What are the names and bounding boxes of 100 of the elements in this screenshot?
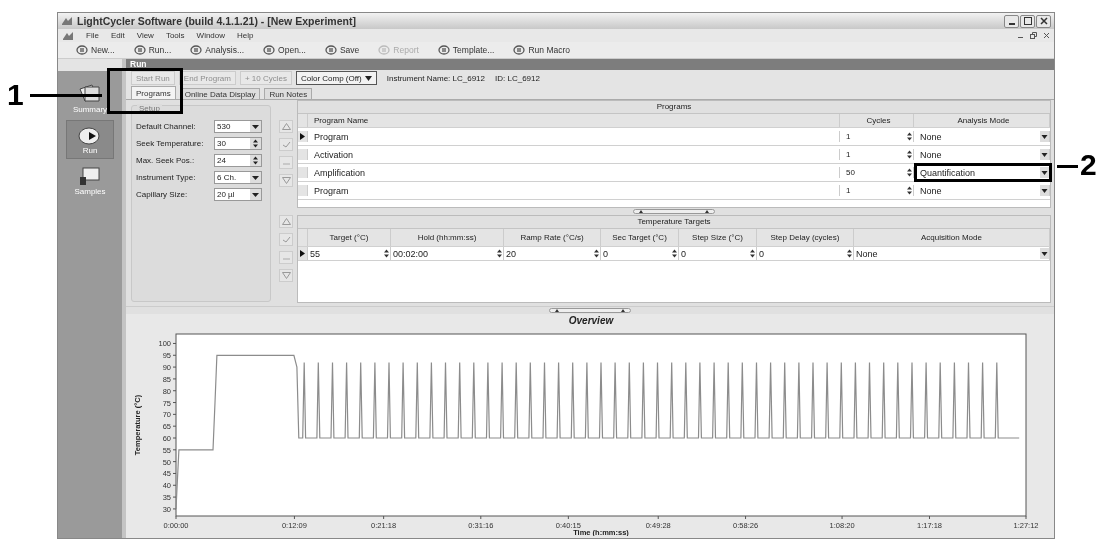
maximize-button[interactable] [1020, 14, 1035, 28]
column-header: Target (°C) [308, 229, 391, 247]
table-row[interactable]: 55 00:02:00 20 0 0 0 None [298, 247, 1050, 262]
dropdown-field[interactable]: None [918, 185, 1050, 197]
spinner-icon [671, 248, 678, 260]
toolbar-button[interactable]: Save [316, 45, 368, 55]
spinner-field[interactable]: 0 [601, 247, 679, 261]
spinner-field[interactable]: 1 [844, 131, 914, 143]
caret-icon [1040, 131, 1049, 143]
dropdown-field[interactable]: Quantification [918, 167, 1050, 179]
menu-item[interactable]: View [136, 31, 154, 40]
spinner-field[interactable]: 50 [844, 167, 914, 179]
caret-icon [250, 172, 261, 184]
toolbar-button[interactable]: Analysis... [182, 45, 253, 55]
spinner-icon [906, 185, 913, 197]
dropdown-field[interactable]: None [854, 247, 1050, 261]
row-header [298, 185, 308, 197]
tool-icon [324, 45, 337, 55]
spinner-icon [749, 248, 756, 260]
menu-item[interactable]: Help [237, 31, 254, 40]
move-up-button[interactable] [279, 215, 293, 229]
maximize-icon [1023, 17, 1032, 25]
dropdown-field[interactable]: None [918, 131, 1050, 143]
instrument-id: ID: LC_6912 [495, 73, 540, 83]
panel-title: Run [130, 59, 147, 69]
spinner-field[interactable]: 1 [844, 149, 914, 161]
table-row[interactable]: Program 1 None [298, 182, 1050, 201]
field-label: Default Channel: [136, 122, 197, 132]
tab[interactable]: Programs [131, 86, 176, 100]
restore-icon[interactable] [1030, 32, 1037, 39]
dropdown-field[interactable]: 20 µl [214, 188, 262, 202]
column-header: Program Name [312, 114, 840, 128]
move-down-button[interactable] [279, 269, 293, 283]
triangle-up-icon [281, 218, 291, 226]
tab[interactable]: Run Notes [264, 88, 313, 100]
toolbar-button[interactable]: Open... [255, 45, 314, 55]
dropdown-field[interactable]: 6 Ch. [214, 171, 262, 185]
spinner-field[interactable]: 20 [504, 247, 601, 261]
instrument-name: Instrument Name: LC_6912 [386, 73, 485, 83]
column-header: Sec Target (°C) [601, 229, 679, 247]
spinner-field[interactable]: 00:02:00 [391, 247, 504, 261]
table-title: Programs [298, 101, 1050, 115]
table-row[interactable]: Program 1 None [298, 128, 1050, 147]
splitter-handle[interactable] [633, 209, 715, 215]
dropdown-field[interactable]: None [918, 149, 1050, 161]
tick-icon [281, 141, 291, 149]
column-header: Ramp Rate (°C/s) [504, 229, 601, 247]
splitter-handle[interactable] [549, 308, 631, 314]
dropdown-field[interactable]: 530 [214, 120, 262, 134]
toolbar-button[interactable]: Run Macro [505, 45, 578, 55]
field-label: Capillary Size: [136, 190, 189, 200]
toolbar-button[interactable]: Run... [125, 45, 180, 55]
close-button[interactable] [1036, 14, 1051, 28]
table-cell: Program [312, 131, 840, 143]
move-down-button[interactable] [279, 174, 293, 188]
triangle-down-icon [281, 272, 291, 280]
table-row[interactable]: Amplification 50 Quantification [298, 164, 1050, 183]
field-label: Max. Seek Pos.: [136, 156, 196, 166]
table-cell: Amplification [312, 167, 840, 179]
leader-line [30, 94, 102, 97]
toolbar-button[interactable]: Template... [429, 45, 503, 55]
menu-item[interactable]: Window [196, 31, 226, 40]
tool-icon [133, 45, 146, 55]
menu-item[interactable]: File [86, 31, 99, 40]
spinner-field[interactable]: 0 [679, 247, 757, 261]
table-cell: Activation [312, 149, 840, 161]
caret-icon [250, 121, 261, 133]
table-row[interactable]: Activation 1 None [298, 146, 1050, 165]
tool-icon [76, 45, 88, 55]
close-icon[interactable] [1043, 32, 1050, 39]
caret-icon [1040, 149, 1049, 161]
color-comp-dropdown[interactable]: Color Comp (Off) [295, 71, 377, 86]
minimize-button[interactable] [1004, 14, 1019, 28]
spinner-field[interactable]: 24 [214, 154, 262, 168]
spinner-icon [383, 248, 390, 260]
spinner-field[interactable]: 55 [308, 247, 391, 261]
spinner-field[interactable]: 30 [214, 137, 262, 151]
column-header: Acquisition Mode [854, 229, 1050, 247]
column-header: Step Delay (cycles) [757, 229, 854, 247]
spinner-field[interactable]: 1 [844, 185, 914, 197]
column-header: Analysis Mode [918, 114, 1050, 128]
tick-icon [281, 236, 291, 244]
column-header: Hold (hh:mm:ss) [391, 229, 504, 247]
toolbar-button[interactable]: New... [68, 45, 123, 55]
menu-item[interactable]: Edit [110, 31, 125, 40]
app-icon [61, 16, 73, 26]
disc-play-icon [77, 124, 103, 146]
spinner-icon [906, 167, 913, 179]
move-up-button[interactable] [279, 120, 293, 134]
callout-number: 1 [7, 80, 24, 110]
menu-item[interactable]: Tools [165, 31, 185, 40]
table-cell: Program [312, 185, 840, 197]
spinner-icon [906, 131, 913, 143]
caret-icon [250, 189, 261, 201]
triangle-down-icon [281, 177, 291, 185]
column-header: Cycles [844, 114, 914, 128]
close-icon [1039, 17, 1048, 25]
spinner-icon [846, 248, 853, 260]
spinner-icon [906, 149, 913, 161]
spinner-field[interactable]: 0 [757, 247, 854, 261]
